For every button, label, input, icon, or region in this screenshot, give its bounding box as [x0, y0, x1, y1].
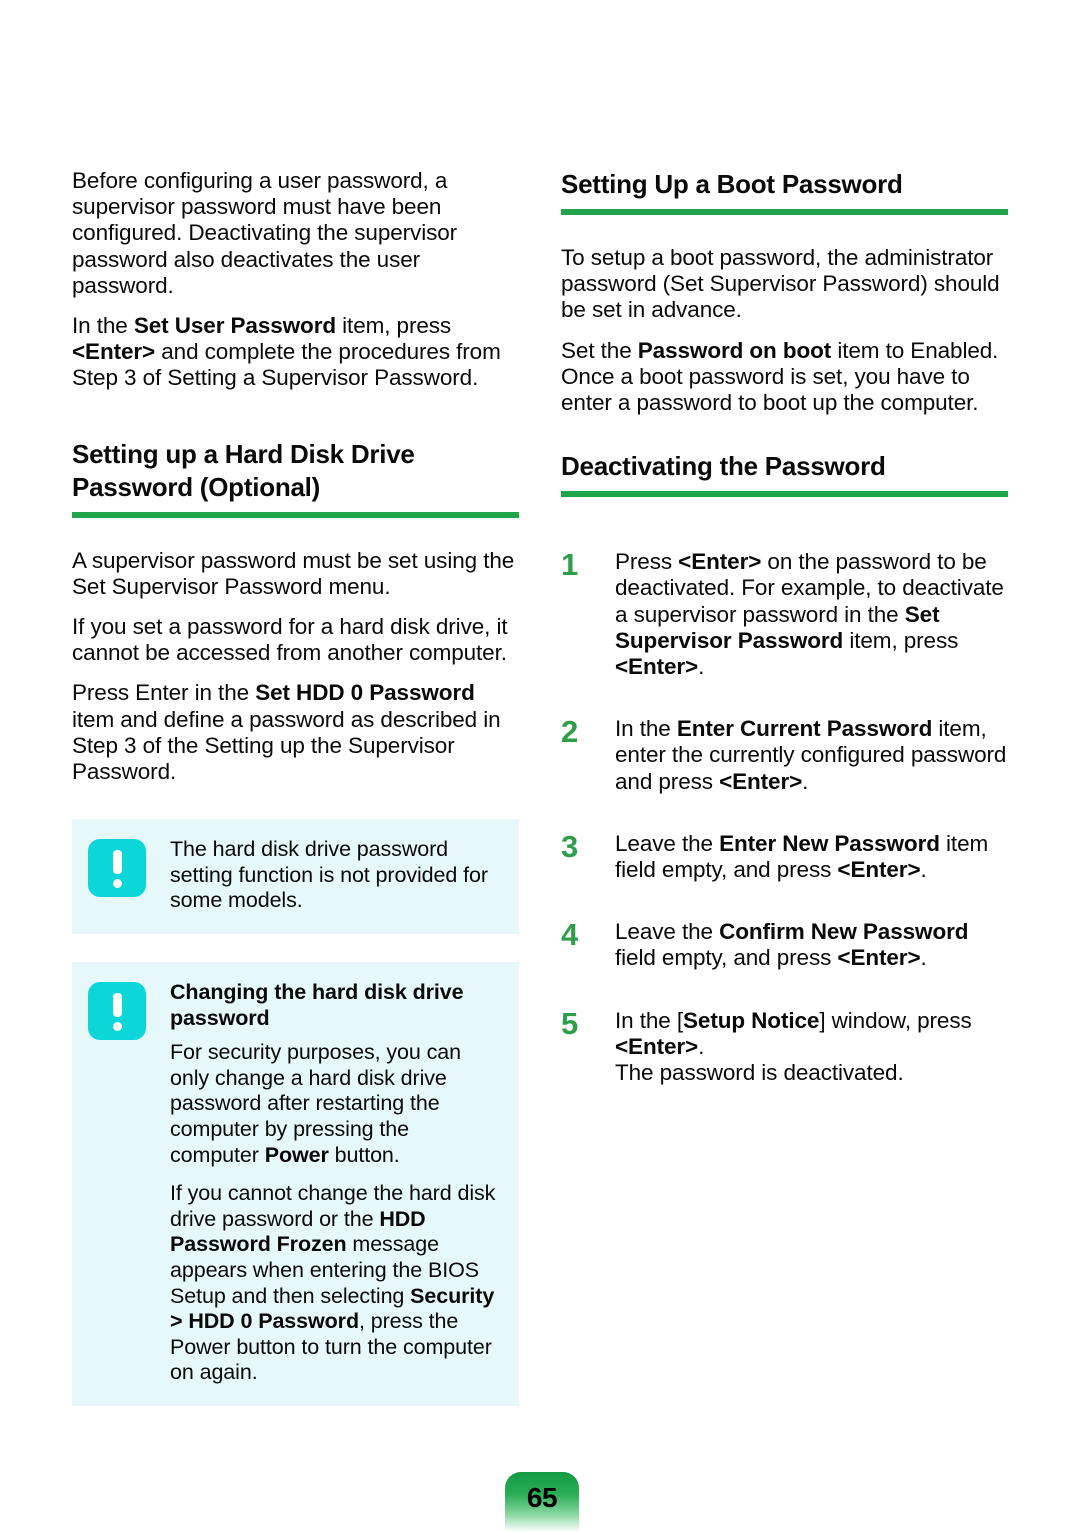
step-item: 3 Leave the Enter New Password item fiel… — [561, 831, 1008, 883]
note-icon-wrap — [88, 980, 154, 1041]
note-body: The hard disk drive password setting fun… — [154, 837, 503, 914]
note-paragraph: The hard disk drive password setting fun… — [170, 837, 488, 913]
manual-page: Before configuring a user password, a su… — [0, 0, 1080, 1532]
steps-list: 1 Press <Enter> on the password to be de… — [561, 549, 1008, 1086]
step-text: Leave the Enter New Password item field … — [615, 830, 989, 883]
intro-paragraphs: Before configuring a user password, a su… — [72, 168, 519, 392]
note-box-models: The hard disk drive password setting fun… — [72, 819, 519, 935]
step-text: Leave the Confirm New Password field emp… — [615, 919, 969, 971]
paragraph: Set the Password on boot item to Enabled… — [561, 337, 999, 416]
note-title: Changing the hard disk drive password — [170, 980, 464, 1030]
page-number: 65 — [526, 1482, 558, 1513]
heading-text: Setting Up a Boot Password — [561, 169, 903, 199]
section-heading-deactivating-password: Deactivating the Password — [561, 450, 1008, 498]
paragraph: In the Set User Password item, press <En… — [72, 313, 501, 391]
exclamation-bar — [112, 850, 122, 875]
page-number-badge: 65 — [505, 1472, 579, 1532]
step-text: In the [Setup Notice] window, press <Ent… — [615, 1007, 972, 1086]
hdd-paragraphs: A supervisor password must be set using … — [72, 548, 519, 786]
exclamation-dot — [112, 1022, 122, 1032]
paragraph: If you set a password for a hard disk dr… — [72, 614, 508, 666]
step-number: 1 — [561, 547, 579, 583]
paragraph: Press Enter in the Set HDD 0 Password it… — [72, 680, 501, 785]
note-paragraph: For security purposes, you can only chan… — [170, 1040, 461, 1167]
right-column: Setting Up a Boot Password To setup a bo… — [561, 168, 1008, 1086]
step-item: 5 In the [Setup Notice] window, press <E… — [561, 1008, 1008, 1087]
note-paragraph: If you cannot change the hard disk drive… — [170, 1181, 496, 1385]
heading-line-1: Setting up a Hard Disk Drive — [72, 438, 415, 469]
note-box-changing-password: Changing the hard disk drive password Fo… — [72, 962, 519, 1406]
step-text: Press <Enter> on the password to be deac… — [615, 549, 1004, 680]
exclamation-icon — [88, 982, 146, 1041]
boot-password-paragraphs: To setup a boot password, the administra… — [561, 245, 1008, 416]
step-item: 4 Leave the Confirm New Password field e… — [561, 919, 1008, 971]
heading-text: Setting up a Hard Disk Drive Password (O… — [72, 438, 519, 504]
exclamation-bar — [112, 993, 122, 1018]
heading-line-2: Password (Optional) — [72, 471, 321, 502]
exclamation-icon — [88, 839, 146, 898]
step-number: 4 — [561, 917, 579, 953]
section-heading-hdd-password: Setting up a Hard Disk Drive Password (O… — [72, 438, 519, 518]
left-column: Before configuring a user password, a su… — [72, 168, 519, 1406]
step-item: 1 Press <Enter> on the password to be de… — [561, 549, 1008, 680]
step-item: 2 In the Enter Current Password item, en… — [561, 716, 1008, 795]
paragraph: Before configuring a user password, a su… — [72, 168, 458, 298]
note-icon-wrap — [88, 837, 154, 898]
note-body: Changing the hard disk drive password Fo… — [154, 980, 503, 1386]
step-number: 2 — [561, 714, 579, 750]
heading-rule — [72, 511, 519, 518]
step-number: 5 — [561, 1005, 579, 1041]
heading-rule — [561, 491, 1008, 498]
section-heading-boot-password: Setting Up a Boot Password — [561, 168, 1008, 215]
step-text: In the Enter Current Password item, ente… — [615, 716, 1007, 794]
heading-text: Deactivating the Password — [561, 451, 886, 482]
paragraph: To setup a boot password, the administra… — [561, 245, 1000, 323]
step-number: 3 — [561, 828, 579, 864]
heading-rule — [561, 209, 1008, 215]
paragraph: A supervisor password must be set using … — [72, 547, 515, 599]
exclamation-dot — [112, 879, 122, 889]
